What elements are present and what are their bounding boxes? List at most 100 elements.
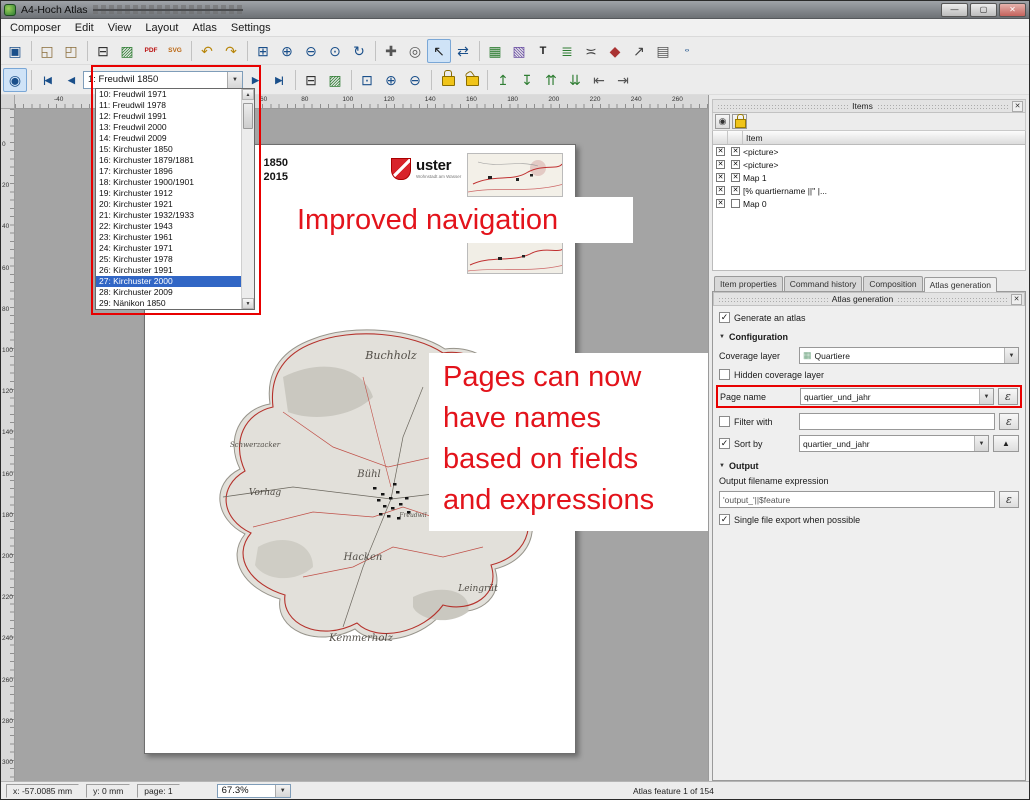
redo-button[interactable]: ↷: [219, 39, 243, 63]
lock-checkbox[interactable]: ✕: [731, 160, 740, 169]
save-button[interactable]: ▣: [3, 39, 27, 63]
dropdown-item[interactable]: 11: Freudwil 1978: [96, 100, 241, 111]
single-file-checkbox[interactable]: ✓ Single file export when possible: [719, 514, 1019, 525]
hidden-coverage-checkbox[interactable]: Hidden coverage layer: [719, 369, 1019, 380]
unlock-all-items-button[interactable]: [459, 68, 483, 92]
atlas-last-button[interactable]: ▶|: [267, 68, 291, 92]
dropdown-item[interactable]: 23: Kirchuster 1961: [96, 232, 241, 243]
lock-checkbox[interactable]: ✕: [731, 147, 740, 156]
zoom-in-button[interactable]: ⊕: [275, 39, 299, 63]
zoom-out-button[interactable]: ⊖: [299, 39, 323, 63]
item-row[interactable]: ✕ ✕ [% quartiername ||'' |...: [713, 184, 1025, 197]
refresh-view-button[interactable]: ↻: [347, 39, 371, 63]
zoom-combobox[interactable]: 67.3%: [217, 784, 291, 798]
item-row[interactable]: ✕ ✕ Map 1: [713, 171, 1025, 184]
tab-item-properties[interactable]: Item properties: [714, 276, 783, 291]
dropdown-item[interactable]: 26: Kirchuster 1991: [96, 265, 241, 276]
close-icon[interactable]: [1011, 294, 1022, 305]
add-shape-button[interactable]: ◆: [603, 39, 627, 63]
add-table-button[interactable]: ▤: [651, 39, 675, 63]
sort-by-combobox[interactable]: quartier_und_jahr: [799, 435, 989, 452]
dropdown-item[interactable]: 22: Kirchuster 1943: [96, 221, 241, 232]
atlas-first-button[interactable]: |◀: [35, 68, 59, 92]
lock-item-button[interactable]: [732, 114, 747, 129]
menu-atlas[interactable]: Atlas: [185, 21, 223, 35]
tab-composition[interactable]: Composition: [863, 276, 922, 291]
item-row[interactable]: ✕ Map 0: [713, 197, 1025, 210]
close-icon[interactable]: [1012, 101, 1023, 112]
scrollbar-thumb[interactable]: [243, 103, 253, 129]
save-template-button[interactable]: ◰: [59, 39, 83, 63]
scroll-up-icon[interactable]: [242, 89, 254, 100]
output-filename-input[interactable]: 'output_'||$feature: [719, 491, 995, 508]
dropdown-item[interactable]: 27: Kirchuster 2000: [96, 276, 241, 287]
chevron-down-icon[interactable]: [227, 72, 242, 88]
add-image-button[interactable]: ▧: [507, 39, 531, 63]
visibility-checkbox[interactable]: ✕: [716, 147, 725, 156]
item-row[interactable]: ✕ ✕ <picture>: [713, 158, 1025, 171]
lock-checkbox[interactable]: [731, 199, 740, 208]
export-pdf-button[interactable]: PDF: [139, 39, 163, 63]
move-to-front-button[interactable]: ⇈: [539, 68, 563, 92]
tab-command-history[interactable]: Command history: [784, 276, 863, 291]
lock-checkbox[interactable]: ✕: [731, 186, 740, 195]
visibility-checkbox[interactable]: ✕: [716, 186, 725, 195]
atlas-prev-button[interactable]: ◀: [59, 68, 83, 92]
export-image-button[interactable]: ▨: [115, 39, 139, 63]
select-move-item-button[interactable]: ↖: [427, 39, 451, 63]
page-name-combobox[interactable]: quartier_und_jahr: [800, 388, 994, 405]
dropdown-item[interactable]: 25: Kirchuster 1978: [96, 254, 241, 265]
undo-button[interactable]: ↶: [195, 39, 219, 63]
dropdown-item[interactable]: 20: Kirchuster 1921: [96, 199, 241, 210]
dropdown-item[interactable]: 19: Kirchuster 1912: [96, 188, 241, 199]
export-atlas-button[interactable]: ▨: [323, 68, 347, 92]
minimize-button[interactable]: —: [941, 3, 968, 17]
dropdown-item[interactable]: 24: Kirchuster 1971: [96, 243, 241, 254]
add-label-button[interactable]: T: [531, 39, 555, 63]
zoom-to-page-button[interactable]: ⊡: [355, 68, 379, 92]
menu-view[interactable]: View: [101, 21, 139, 35]
sort-by-checkbox[interactable]: ✓ Sort by: [719, 438, 795, 449]
dropdown-item[interactable]: 18: Kirchuster 1900/1901: [96, 177, 241, 188]
menu-layout[interactable]: Layout: [138, 21, 185, 35]
dropdown-item[interactable]: 28: Kirchuster 2009: [96, 287, 241, 298]
menu-edit[interactable]: Edit: [68, 21, 101, 35]
zoom-tool-button[interactable]: ◎: [403, 39, 427, 63]
filter-expression-input[interactable]: [799, 413, 995, 430]
output-group-header[interactable]: Output: [719, 461, 1019, 471]
print-atlas-button[interactable]: ⊟: [299, 68, 323, 92]
filter-expression-button[interactable]: ε: [999, 413, 1019, 430]
dropdown-item[interactable]: 10: Freudwil 1971: [96, 89, 241, 100]
dropdown-item[interactable]: 12: Freudwil 1991: [96, 111, 241, 122]
output-expression-button[interactable]: ε: [999, 491, 1019, 508]
pan-tool-button[interactable]: ✚: [379, 39, 403, 63]
dropdown-item[interactable]: 21: Kirchuster 1932/1933: [96, 210, 241, 221]
add-arrow-button[interactable]: ↗: [627, 39, 651, 63]
align-left-button[interactable]: ⇤: [587, 68, 611, 92]
chevron-down-icon[interactable]: [1004, 348, 1018, 363]
sort-direction-button[interactable]: ▲: [993, 435, 1019, 452]
atlas-feature-combobox[interactable]: 1: Freudwil 1850: [83, 71, 243, 89]
zoom-in-2-button[interactable]: ⊕: [379, 68, 403, 92]
dropdown-item[interactable]: 17: Kirchuster 1896: [96, 166, 241, 177]
dropdown-item[interactable]: 16: Kirchuster 1879/1881: [96, 155, 241, 166]
tab-atlas-generation[interactable]: Atlas generation: [924, 277, 997, 292]
print-button[interactable]: ⊟: [91, 39, 115, 63]
move-to-back-button[interactable]: ⇊: [563, 68, 587, 92]
raise-items-button[interactable]: ↥: [491, 68, 515, 92]
zoom-full-button[interactable]: ⊞: [251, 39, 275, 63]
export-svg-button[interactable]: SVG: [163, 39, 187, 63]
page-name-expression-button[interactable]: ε: [998, 388, 1018, 405]
menu-settings[interactable]: Settings: [224, 21, 278, 35]
chevron-down-icon[interactable]: [275, 785, 290, 797]
visibility-checkbox[interactable]: ✕: [716, 173, 725, 182]
zoom-out-2-button[interactable]: ⊖: [403, 68, 427, 92]
atlas-preview-button[interactable]: ◉: [3, 68, 27, 92]
visibility-checkbox[interactable]: ✕: [716, 160, 725, 169]
chevron-down-icon[interactable]: [979, 389, 993, 404]
toggle-visibility-button[interactable]: ◉: [715, 114, 730, 129]
load-template-button[interactable]: ◱: [35, 39, 59, 63]
dropdown-item[interactable]: 13: Freudwil 2000: [96, 122, 241, 133]
coverage-layer-combobox[interactable]: ▦ Quartiere: [799, 347, 1019, 364]
align-right-button[interactable]: ⇥: [611, 68, 635, 92]
